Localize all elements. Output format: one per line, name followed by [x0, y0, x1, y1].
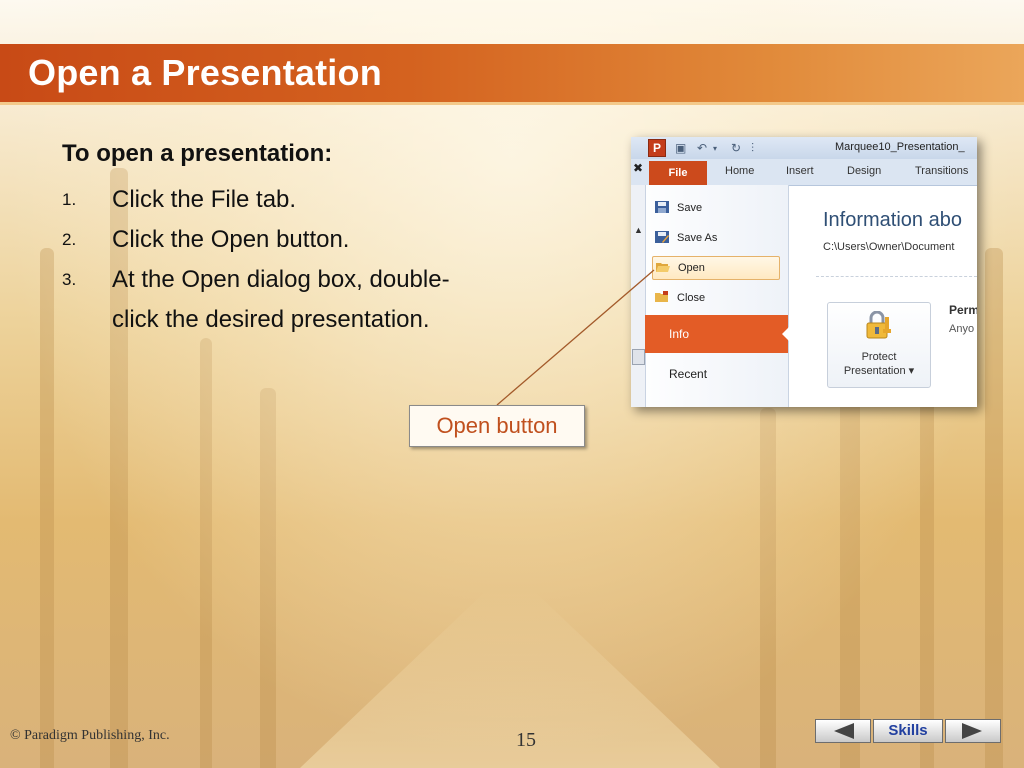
folder-open-icon [656, 259, 670, 272]
tab-transitions[interactable]: Transitions [915, 165, 968, 177]
step-item: 2. Click the Open button. [62, 220, 482, 260]
step-number: 2. [62, 230, 77, 249]
slide-navigation: Skills [815, 719, 1001, 745]
protect-presentation-button[interactable]: Protect Presentation ▾ [827, 302, 931, 388]
backstage-item-recent[interactable]: Recent [669, 367, 707, 381]
scroll-up-arrow-icon[interactable]: ▲ [634, 225, 643, 235]
step-number: 3. [62, 270, 77, 289]
save-icon[interactable]: ▣ [675, 141, 686, 155]
protect-presentation-label: Protect Presentation ▾ [828, 350, 930, 378]
file-path: C:\Users\Owner\Document [823, 241, 955, 253]
arrow-left-icon [834, 723, 854, 739]
step-text: Click the File tab. [112, 186, 297, 213]
chevron-down-icon[interactable]: ▾ [713, 144, 717, 153]
tab-design[interactable]: Design [847, 165, 881, 177]
backstage-item-info[interactable]: Info [645, 315, 788, 353]
window-title: Marquee10_Presentation_ [835, 141, 965, 153]
ribbon-tabs: ✖ File Home Insert Design Transitions [631, 159, 977, 186]
protect-line-1: Protect [861, 351, 897, 363]
step-text: Click the Open button. [112, 226, 350, 253]
powerpoint-app-icon[interactable]: P [648, 139, 666, 157]
redo-icon[interactable]: ↻ [731, 141, 741, 155]
arrow-right-icon [962, 723, 982, 739]
customize-qat-icon[interactable]: ⫶ [751, 141, 754, 156]
backstage-item-label: Save As [677, 232, 718, 244]
quick-access-toolbar: P ▣ ↶ ▾ ↻ ⫶ Marquee10_Presentation_ [631, 137, 977, 159]
info-heading: Information abo [823, 209, 962, 231]
backstage-item-save[interactable]: Save [655, 197, 781, 219]
backstage-item-close[interactable]: Close [655, 287, 781, 309]
backstage-item-label: Save [677, 202, 703, 214]
backstage-item-save-as[interactable]: Save As [655, 227, 781, 249]
selection-pointer-icon [782, 326, 790, 342]
save-icon [655, 199, 669, 213]
lock-key-icon [864, 310, 894, 339]
folder-close-icon [655, 289, 669, 302]
undo-icon[interactable]: ↶ [697, 141, 707, 155]
content-heading: To open a presentation: [62, 140, 333, 167]
page-number: 15 [516, 729, 536, 751]
scroll-thumb[interactable] [632, 349, 645, 365]
protect-line-2: Presentation ▾ [843, 365, 915, 377]
scrollbar[interactable]: ▲ [631, 185, 646, 407]
slide-content: To open a presentation: 1. Click the Fil… [62, 140, 482, 340]
previous-slide-button[interactable] [815, 719, 871, 743]
step-number: 1. [62, 190, 77, 209]
next-slide-button[interactable] [945, 719, 1001, 743]
backstage-item-open[interactable]: Open [652, 256, 780, 280]
close-icon[interactable]: ✖ [633, 161, 643, 175]
permissions-description: Anyo [949, 323, 975, 335]
tab-file[interactable]: File [649, 161, 707, 185]
tab-home[interactable]: Home [725, 165, 754, 177]
step-text: At the Open dialog box, double-click the… [112, 266, 450, 333]
divider [816, 276, 977, 277]
open-button-callout: Open button [409, 405, 585, 447]
step-item: 1. Click the File tab. [62, 180, 482, 220]
powerpoint-screenshot: P ▣ ↶ ▾ ↻ ⫶ Marquee10_Presentation_ ✖ Fi… [631, 137, 977, 407]
save-as-icon [655, 229, 669, 243]
tab-insert[interactable]: Insert [786, 165, 814, 177]
skills-button[interactable]: Skills [873, 719, 943, 743]
backstage-item-label: Close [677, 292, 706, 304]
permissions-heading: Perm [949, 303, 977, 317]
copyright-text: © Paradigm Publishing, Inc. [10, 728, 170, 743]
slide-title: Open a Presentation [28, 52, 382, 93]
step-item: 3. At the Open dialog box, double-click … [62, 260, 482, 340]
backstage-item-label: Open [678, 262, 705, 274]
